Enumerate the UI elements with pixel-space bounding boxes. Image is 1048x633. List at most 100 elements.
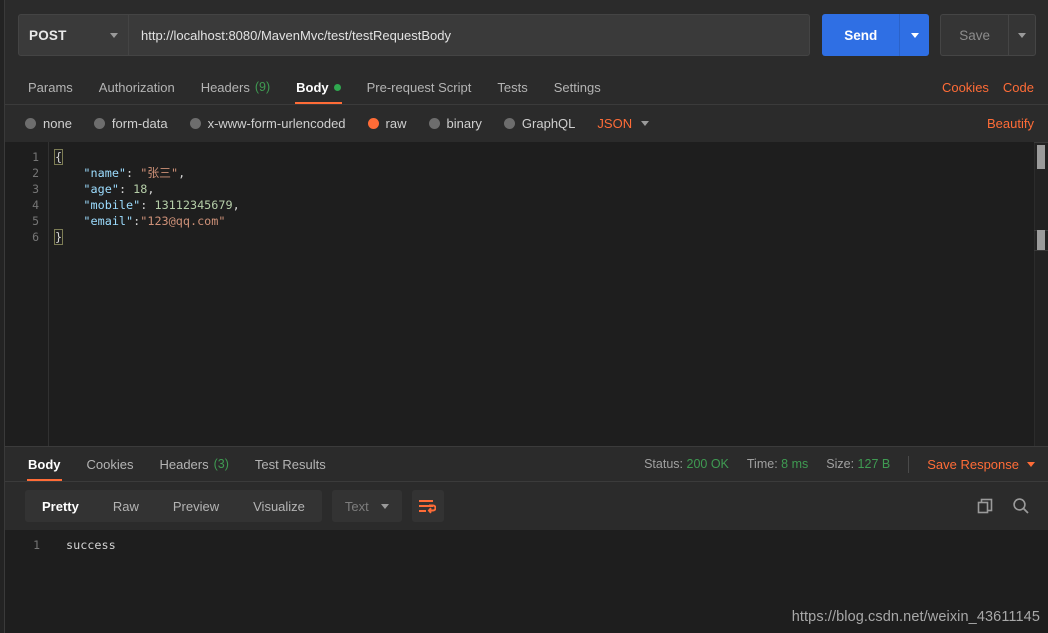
line-number: 4 (5, 197, 48, 213)
status-value: 200 OK (687, 457, 729, 471)
code-line: "age": 18, (55, 181, 1048, 197)
response-tab-cookies[interactable]: Cookies (74, 447, 147, 481)
raw-format-select[interactable]: JSON (597, 116, 649, 131)
save-response-button[interactable]: Save Response (927, 457, 1035, 472)
radio-icon-selected (368, 118, 379, 129)
response-toolbar: Pretty Raw Preview Visualize Text (5, 482, 1048, 530)
chevron-down-icon (110, 33, 118, 38)
response-tab-headers[interactable]: Headers (3) (146, 447, 241, 481)
response-meta: Status: 200 OK Time: 8 ms Size: 127 B Sa… (644, 447, 1048, 481)
view-mode-pretty[interactable]: Pretty (25, 490, 96, 522)
request-url-input[interactable]: http://localhost:8080/MavenMvc/test/test… (128, 14, 810, 56)
view-mode-visualize[interactable]: Visualize (236, 490, 322, 522)
json-key: "mobile" (83, 198, 140, 212)
body-type-label: raw (386, 116, 407, 131)
body-type-label: form-data (112, 116, 168, 131)
code-line: "name": "张三", (55, 165, 1048, 181)
status-metric: Status: 200 OK (644, 457, 729, 471)
raw-format-label: JSON (597, 116, 632, 131)
body-type-label: binary (447, 116, 482, 131)
chevron-down-icon (1018, 33, 1026, 38)
tab-label: Headers (159, 457, 208, 472)
json-colon: : (140, 198, 154, 212)
time-label: Time: (747, 457, 778, 471)
code-line: } (55, 229, 1048, 245)
view-mode-raw[interactable]: Raw (96, 490, 156, 522)
beautify-link[interactable]: Beautify (987, 116, 1034, 131)
view-mode-preview[interactable]: Preview (156, 490, 236, 522)
code-link[interactable]: Code (1003, 80, 1034, 95)
size-value: 127 B (858, 457, 891, 471)
copy-icon[interactable] (977, 498, 994, 515)
editor-vertical-scrollbar[interactable] (1034, 142, 1048, 446)
search-icon[interactable] (1012, 497, 1030, 515)
tab-authorization[interactable]: Authorization (86, 70, 188, 104)
radio-icon (25, 118, 36, 129)
postman-window: POST http://localhost:8080/MavenMvc/test… (0, 0, 1048, 633)
tab-tests[interactable]: Tests (484, 70, 540, 104)
tab-body[interactable]: Body (283, 70, 354, 104)
tab-count-badge: (9) (255, 80, 270, 94)
editor-code-area[interactable]: { "name": "张三", "age": 18, "mobile": 131… (49, 142, 1048, 446)
line-number: 1 (5, 537, 49, 553)
status-label: Status: (644, 457, 683, 471)
save-options-button[interactable] (1008, 14, 1036, 56)
radio-icon (190, 118, 201, 129)
tab-label: Pre-request Script (367, 80, 472, 95)
cookies-link[interactable]: Cookies (942, 80, 989, 95)
tab-headers[interactable]: Headers (9) (188, 70, 283, 104)
response-tab-test-results[interactable]: Test Results (242, 447, 339, 481)
response-format-select[interactable]: Text (332, 490, 402, 522)
send-button[interactable]: Send (822, 14, 899, 56)
tab-label: Headers (201, 80, 250, 95)
time-metric: Time: 8 ms (747, 457, 808, 471)
tab-settings[interactable]: Settings (541, 70, 614, 104)
http-method-select[interactable]: POST (18, 14, 128, 56)
request-url-text: http://localhost:8080/MavenMvc/test/test… (141, 28, 451, 43)
tab-pre-request-script[interactable]: Pre-request Script (354, 70, 485, 104)
save-button-group: Save (940, 14, 1036, 56)
body-type-x-www-form-urlencoded[interactable]: x-www-form-urlencoded (190, 116, 346, 131)
chevron-down-icon (641, 121, 649, 126)
request-body-editor[interactable]: 1 2 3 4 5 6 { "name": "张三", "age": 18, "… (5, 142, 1048, 446)
http-method-label: POST (29, 28, 67, 43)
json-colon: : (119, 182, 133, 196)
response-line-number-gutter: 1 (5, 530, 49, 633)
response-toolbar-right (977, 497, 1036, 515)
tab-count-badge: (3) (214, 457, 229, 471)
body-type-label: GraphQL (522, 116, 575, 131)
time-value: 8 ms (781, 457, 808, 471)
body-present-dot-icon (334, 84, 341, 91)
editor-line-number-gutter: 1 2 3 4 5 6 (5, 142, 49, 446)
request-tabs: Params Authorization Headers (9) Body Pr… (5, 70, 1048, 105)
radio-icon (429, 118, 440, 129)
body-type-none[interactable]: none (25, 116, 72, 131)
divider (908, 456, 909, 473)
save-button[interactable]: Save (940, 14, 1008, 56)
json-key: "name" (83, 166, 126, 180)
line-number: 3 (5, 181, 48, 197)
word-wrap-button[interactable] (412, 490, 444, 522)
send-options-button[interactable] (899, 14, 929, 56)
tab-params[interactable]: Params (15, 70, 86, 104)
body-type-raw[interactable]: raw (368, 116, 407, 131)
body-type-binary[interactable]: binary (429, 116, 482, 131)
body-type-form-data[interactable]: form-data (94, 116, 168, 131)
body-type-row-right: Beautify (987, 115, 1048, 133)
send-button-group: Send (822, 14, 929, 56)
scrollbar-thumb[interactable] (1037, 145, 1045, 169)
json-open-brace: { (55, 150, 62, 164)
json-comma: , (147, 182, 154, 196)
json-key: "email" (83, 214, 133, 228)
tab-label: Cookies (87, 457, 134, 472)
line-number: 5 (5, 213, 48, 229)
line-number: 1 (5, 149, 48, 165)
watermark-text: https://blog.csdn.net/weixin_43611145 (792, 609, 1040, 625)
response-tab-body[interactable]: Body (15, 447, 74, 481)
json-comma: , (233, 198, 240, 212)
tab-label: Body (296, 80, 329, 95)
tab-label: Params (28, 80, 73, 95)
body-type-label: none (43, 116, 72, 131)
code-line: { (55, 149, 1048, 165)
body-type-graphql[interactable]: GraphQL (504, 116, 575, 131)
